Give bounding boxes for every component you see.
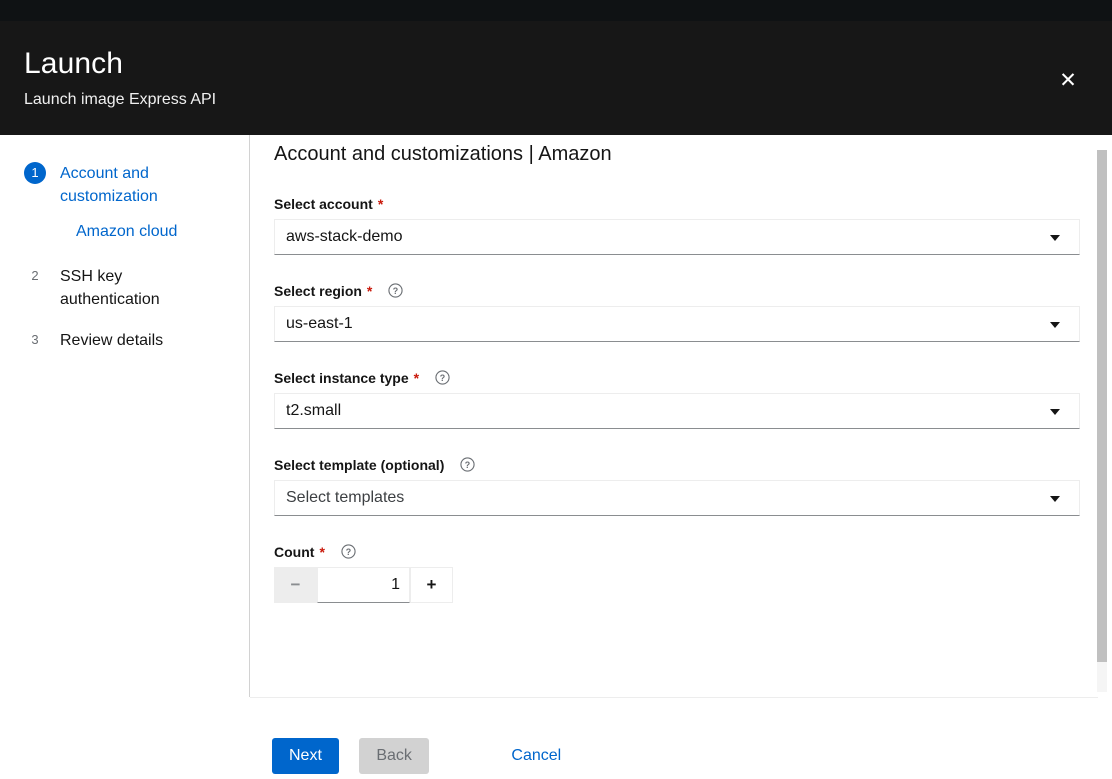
scrollbar-thumb[interactable] [1097,150,1107,662]
field-label-text: Count [274,544,315,560]
sidebar-item-label: SSH key authentication [60,268,160,308]
field-label: Count * ? [274,543,1098,562]
required-asterisk: * [319,544,325,560]
page-subtitle: Launch image Express API [24,91,217,108]
select-template-dropdown[interactable]: Select templates [274,480,1080,516]
field-label: Select instance type * ? [274,369,1098,388]
back-button[interactable]: Back [359,738,429,774]
field-label-text: Select account [274,196,373,212]
sidebar-item-review-details[interactable]: 3 Review details [0,329,249,353]
sidebar-subitem-amazon-cloud[interactable]: Amazon cloud [0,220,249,243]
step-number-3: 3 [31,332,39,347]
select-instance-type-value: t2.small [286,402,342,419]
field-label: Select account * [274,195,1098,214]
sidebar-subitem-label: Amazon cloud [76,223,178,240]
select-account-dropdown[interactable]: aws-stack-demo [274,219,1080,255]
wizard-main-panel: Account and customizations | Amazon Sele… [250,135,1112,697]
cancel-button[interactable]: Cancel [495,738,577,774]
select-instance-type-dropdown[interactable]: t2.small [274,393,1080,429]
question-circle-icon[interactable]: ? [460,457,475,472]
wizard-steps-nav: 1 Account and customization Amazon cloud… [0,135,250,697]
modal-header: Launch Launch image Express API ✕ [0,21,1112,135]
count-input[interactable] [317,567,410,603]
field-select-template: Select template (optional) ? Select temp… [274,456,1098,516]
svg-text:?: ? [346,547,351,557]
sidebar-item-ssh-key-authentication[interactable]: 2 SSH key authentication [0,265,249,311]
chevron-down-icon [1050,409,1060,415]
field-label: Select region * ? [274,282,1098,301]
chevron-down-icon [1050,322,1060,328]
question-circle-icon[interactable]: ? [435,370,450,385]
required-asterisk: * [366,283,373,299]
select-region-value: us-east-1 [286,315,353,332]
top-strip [0,0,1112,21]
field-count: Count* ? − + [274,543,1098,603]
svg-text:?: ? [393,286,398,296]
svg-text:?: ? [440,373,445,383]
next-button[interactable]: Next [272,738,339,774]
field-label-text: Select region [274,283,362,299]
question-circle-icon[interactable]: ? [341,544,356,559]
form-container: Account and customizations | Amazon Sele… [250,135,1098,603]
section-title: Account and customizations | Amazon [274,143,612,165]
sidebar-item-label: Review details [60,332,164,349]
close-icon[interactable]: ✕ [1052,65,1084,97]
count-increment-button[interactable]: + [410,567,453,603]
field-label-text: Select instance type [274,370,409,386]
question-circle-icon[interactable]: ? [388,283,403,298]
select-region-dropdown[interactable]: us-east-1 [274,306,1080,342]
chevron-down-icon [1050,496,1060,502]
svg-text:?: ? [465,460,470,470]
wizard-footer: Next Back Cancel [250,698,1112,779]
select-account-value: aws-stack-demo [286,228,403,245]
field-select-instance-type: Select instance type * ? t2.small [274,369,1098,429]
wizard-body: 1 Account and customization Amazon cloud… [0,135,1112,779]
required-asterisk: * [413,370,420,386]
field-label-text: Select template (optional) [274,457,445,473]
step-number-1: 1 [24,162,46,184]
field-select-account: Select account * aws-stack-demo [274,195,1098,255]
page-title: Launch [24,47,124,80]
chevron-down-icon [1050,235,1060,241]
select-template-value: Select templates [286,489,405,506]
step-number-2: 2 [31,268,39,283]
count-decrement-button[interactable]: − [274,567,317,603]
sidebar-item-account-and-customization[interactable]: 1 Account and customization [0,162,249,208]
sidebar-item-label: Account and customization [60,165,158,205]
required-asterisk: * [377,196,384,212]
quantity-stepper: − + [274,567,453,603]
field-select-region: Select region * ? us-east-1 [274,282,1098,342]
field-label: Select template (optional) ? [274,456,1098,475]
